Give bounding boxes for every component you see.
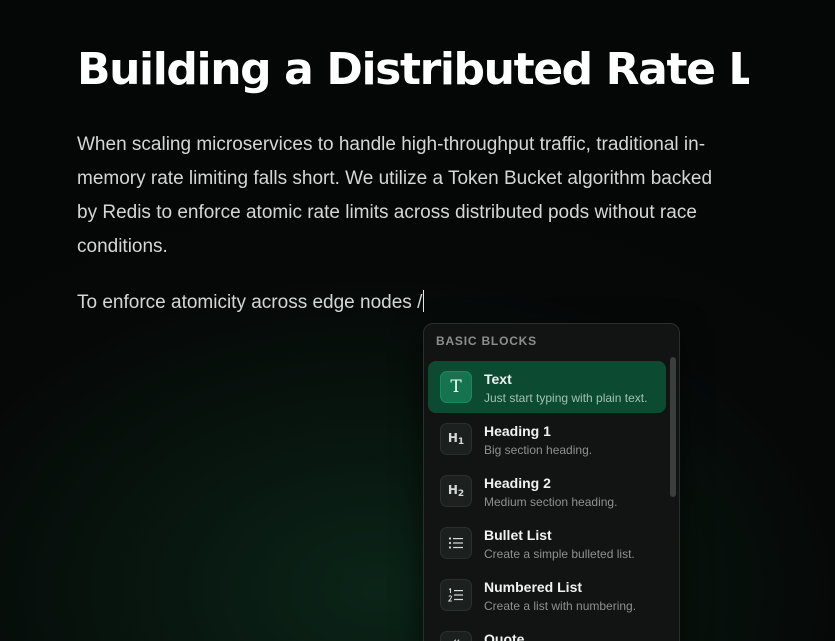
menu-scrollbar[interactable] (670, 357, 676, 497)
menu-section-header: BASIC BLOCKS (436, 334, 537, 348)
quote-icon: “ (440, 631, 472, 641)
heading-1-icon: H1 (440, 423, 472, 455)
text-icon: T (440, 371, 472, 403)
menu-item-description: Create a simple bulleted list. (484, 547, 635, 561)
menu-item-description: Create a list with numbering. (484, 599, 637, 613)
menu-item-bullet-list[interactable]: Bullet List Create a simple bulleted lis… (428, 517, 666, 569)
menu-item-text[interactable]: T Text Just start typing with plain text… (428, 361, 666, 413)
menu-item-numbered-list[interactable]: Numbered List Create a list with numberi… (428, 569, 666, 621)
menu-item-title: Bullet List (484, 527, 552, 543)
menu-item-description: Just start typing with plain text. (484, 391, 648, 405)
heading-2-icon: H2 (440, 475, 472, 507)
bullet-list-icon (440, 527, 472, 559)
slash-command-menu: BASIC BLOCKS T Text Just start typing wi… (423, 323, 680, 641)
menu-item-title: Heading 1 (484, 423, 551, 439)
menu-item-title: Text (484, 371, 512, 387)
menu-item-title: Quote (484, 631, 525, 641)
menu-item-title: Numbered List (484, 579, 583, 595)
menu-item-title: Heading 2 (484, 475, 551, 491)
current-line-text: To enforce atomicity across edge nodes / (77, 292, 423, 313)
menu-item-description: Medium section heading. (484, 495, 618, 509)
document-title[interactable]: Building a Distributed Rate Limiter (77, 38, 749, 102)
menu-item-heading-2[interactable]: H2 Heading 2 Medium section heading. (428, 465, 666, 517)
body-paragraph[interactable]: When scaling microservices to handle hig… (77, 128, 737, 264)
numbered-list-icon (440, 579, 472, 611)
current-line[interactable]: To enforce atomicity across edge nodes / (77, 286, 749, 320)
menu-item-list: T Text Just start typing with plain text… (428, 361, 666, 641)
text-cursor (423, 290, 425, 312)
editor-document[interactable]: Building a Distributed Rate Limiter When… (77, 38, 749, 320)
menu-item-quote[interactable]: “ Quote (428, 621, 666, 641)
menu-item-heading-1[interactable]: H1 Heading 1 Big section heading. (428, 413, 666, 465)
menu-item-description: Big section heading. (484, 443, 593, 457)
